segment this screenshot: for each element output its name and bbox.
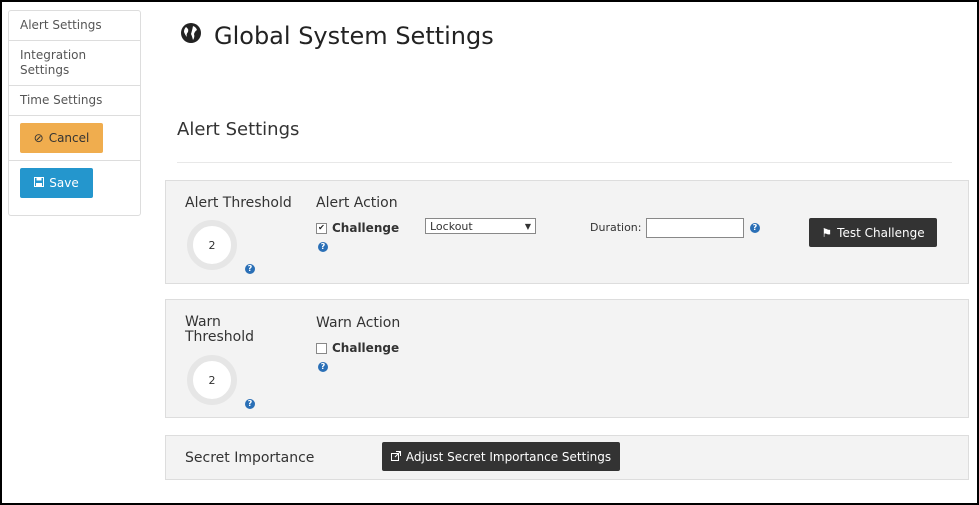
alert-threshold-value: 2 (208, 238, 216, 252)
cancel-button-label: Cancel (48, 131, 90, 145)
page-title: Global System Settings (180, 22, 494, 50)
alert-panel: Alert Threshold 2 ? Alert Action ✔ Chall… (165, 180, 969, 284)
alert-challenge-label: Challenge (332, 221, 400, 235)
warn-challenge-checkbox[interactable] (316, 342, 327, 354)
warn-threshold-label-line1: Warn (185, 314, 221, 330)
sidebar-item-label: Integration Settings (20, 48, 87, 77)
save-button[interactable]: Save (20, 168, 93, 198)
help-icon[interactable]: ? (245, 399, 255, 409)
alert-action-select[interactable]: Lockout ▼ (425, 218, 536, 234)
save-button-label: Save (49, 176, 79, 190)
sidebar-item-integration-settings[interactable]: Integration Settings (9, 41, 111, 85)
test-challenge-label: Test Challenge (837, 225, 925, 240)
duration-input[interactable] (646, 218, 744, 238)
adjust-secret-importance-button[interactable]: Adjust Secret Importance Settings (382, 442, 620, 471)
test-challenge-button[interactable]: ⚑ Test Challenge (809, 218, 937, 247)
alert-threshold-gauge[interactable]: 2 (187, 220, 237, 270)
sidebar-item-alert-settings[interactable]: Alert Settings (9, 11, 140, 41)
help-icon[interactable]: ? (318, 362, 328, 372)
cancel-icon: ⊘ (33, 131, 44, 145)
warn-threshold-gauge[interactable]: 2 (187, 355, 237, 405)
cancel-button[interactable]: ⊘ Cancel (20, 123, 103, 153)
warn-panel: Warn Threshold 2 ? Warn Action Challenge… (165, 299, 969, 418)
sidebar: Alert Settings Integration Settings Time… (8, 10, 141, 216)
duration-label: Duration: (590, 221, 642, 234)
alert-challenge-checkbox-row[interactable]: ✔ Challenge (316, 221, 399, 235)
alert-challenge-checkbox[interactable]: ✔ (316, 222, 327, 234)
adjust-secret-importance-label: Adjust Secret Importance Settings (405, 449, 612, 464)
help-icon[interactable]: ? (245, 264, 255, 274)
warn-challenge-checkbox-row[interactable]: Challenge (316, 341, 399, 355)
warn-action-label: Warn Action (316, 315, 401, 331)
alert-action-label: Alert Action (316, 195, 398, 211)
warn-challenge-label: Challenge (332, 341, 400, 355)
sidebar-item-label: Alert Settings (20, 18, 102, 32)
sidebar-item-time-settings[interactable]: Time Settings (9, 86, 140, 116)
section-title: Alert Settings (177, 119, 300, 140)
divider (177, 162, 952, 163)
globe-icon (180, 22, 202, 50)
warn-threshold-value: 2 (208, 373, 216, 387)
alert-threshold-label: Alert Threshold (185, 195, 292, 211)
secret-importance-label: Secret Importance (185, 450, 315, 466)
save-button-wrap: Save (9, 161, 140, 205)
chevron-down-icon: ▼ (524, 221, 531, 231)
secret-importance-panel: Secret Importance Adjust Secret Importan… (165, 435, 969, 480)
sidebar-item-label: Time Settings (20, 93, 103, 107)
help-icon[interactable]: ? (318, 242, 328, 252)
flag-icon: ⚑ (821, 225, 833, 240)
warn-threshold-label-line2: Threshold (185, 329, 254, 345)
help-icon[interactable]: ? (750, 223, 760, 233)
page-title-text: Global System Settings (214, 22, 494, 50)
cancel-button-wrap: ⊘ Cancel (9, 116, 140, 161)
alert-action-select-value: Lockout (430, 219, 473, 233)
warn-threshold-label: Warn Threshold (185, 315, 254, 345)
floppy-disk-icon (34, 176, 45, 190)
external-link-icon (390, 450, 401, 464)
